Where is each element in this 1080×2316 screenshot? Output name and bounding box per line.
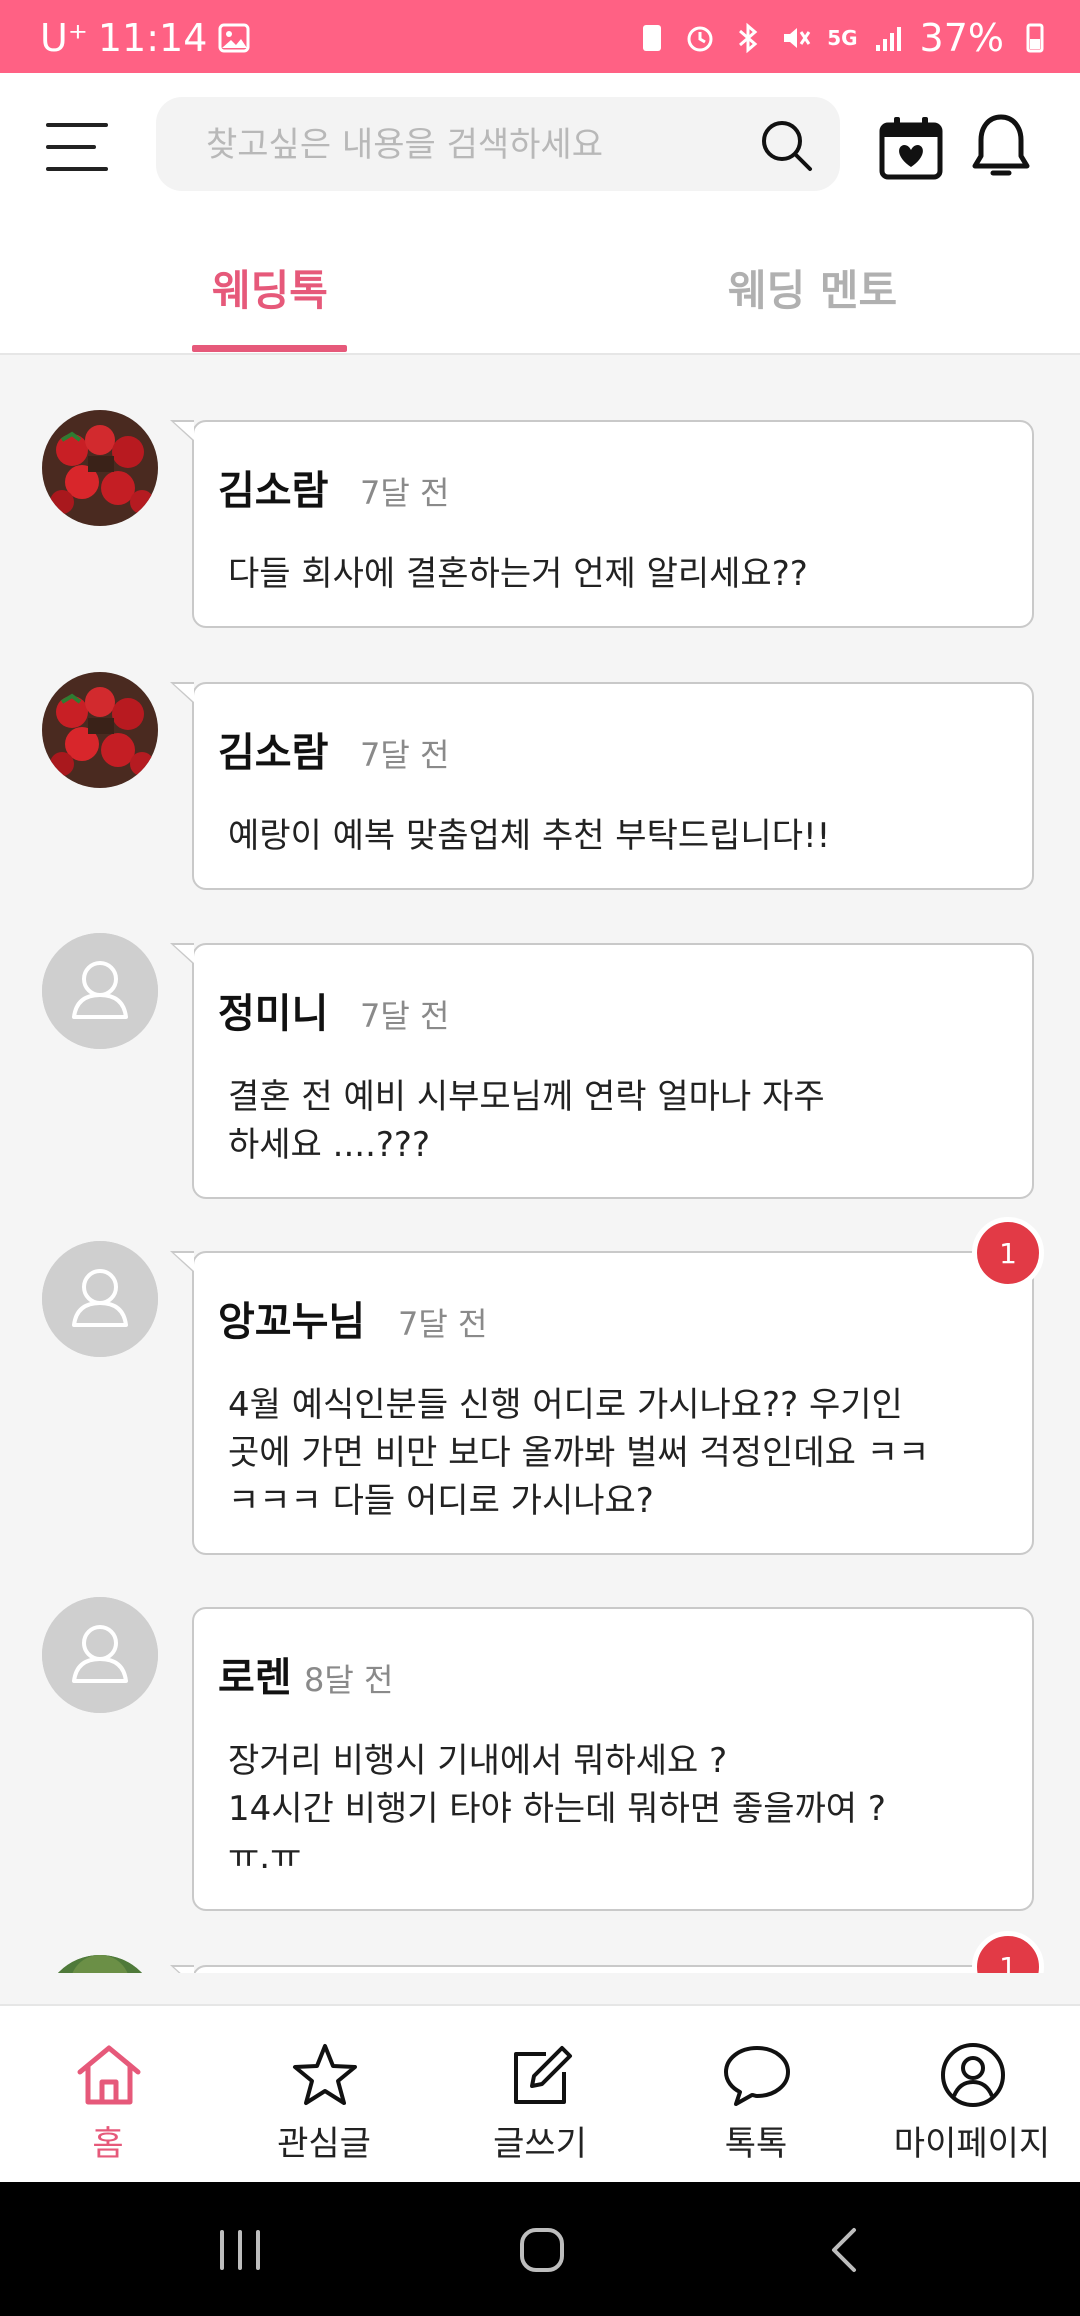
nav-mypage-label: 마이페이지 (893, 2124, 1051, 2164)
back-icon[interactable] (816, 2222, 876, 2278)
tab-wedding-talk[interactable]: 웨딩톡 (212, 257, 328, 318)
avatar[interactable] (42, 1597, 158, 1713)
nav-talk-label: 톡톡 (724, 2124, 788, 2164)
post-bubble[interactable]: 앙꼬누님 7달 전 4월 예식인분들 신행 어디로 가시나요?? 우기인 곳에 … (170, 1251, 1034, 1555)
home-icon (77, 2045, 141, 2105)
post-text: 다들 회사에 결혼하는거 언제 알리세요?? (228, 554, 808, 594)
notification-bell-icon[interactable] (970, 111, 1032, 183)
author-name: 앙꼬누님 (218, 1299, 366, 1345)
gallery-notification-icon (218, 23, 250, 53)
tab-wedding-mentor[interactable]: 웨딩 멘토 (728, 257, 897, 318)
recent-apps-icon[interactable] (210, 2222, 270, 2278)
default-user-icon (42, 933, 158, 1049)
search-input[interactable] (204, 97, 748, 193)
green-photo-icon (42, 1955, 158, 1973)
post-time: 7달 전 (360, 997, 450, 1035)
active-tab-indicator (192, 345, 347, 352)
carrier-label: U⁺ (40, 16, 88, 60)
post-time: 7달 전 (398, 1305, 488, 1343)
post-bubble[interactable] (170, 1965, 1034, 1973)
author-name: 김소람 (218, 730, 329, 776)
tab-bar: 웨딩톡 웨딩 멘토 (0, 221, 1080, 355)
post-text: 결혼 전 예비 시부모님께 연락 얼마나 자주 하세요 ....??? (228, 1077, 825, 1165)
wedding-calendar-icon[interactable] (878, 115, 944, 181)
bottom-navigation: 홈 관심글 글쓰기 톡톡 마이페이지 (0, 2004, 1080, 2184)
nav-home-label: 홈 (92, 2124, 124, 2164)
edit-icon (514, 2046, 572, 2104)
mute-icon (784, 28, 811, 48)
post-time: 7달 전 (360, 474, 450, 512)
post-text: 4월 예식인분들 신행 어디로 가시나요?? 우기인 곳에 가면 비만 보다 올… (228, 1385, 930, 1521)
nav-talk[interactable]: 톡톡 (648, 2006, 864, 2184)
nav-write-label: 글쓰기 (493, 2124, 587, 2164)
battery-saver-icon (643, 25, 662, 51)
post-time: 7달 전 (360, 736, 450, 774)
network-type: 5G (827, 26, 858, 50)
search-bar (156, 97, 840, 193)
system-navigation-bar (0, 2182, 1080, 2316)
battery-percent: 37% (919, 16, 1004, 60)
nav-write[interactable]: 글쓰기 (432, 2006, 648, 2184)
home-button-icon[interactable] (512, 2222, 572, 2278)
chat-bubble-icon (724, 2046, 790, 2106)
default-user-icon (42, 1597, 158, 1713)
post-text: 장거리 비행시 기내에서 뭐하세요 ? 14시간 비행기 타야 하는데 뭐하면 … (228, 1741, 886, 1877)
avatar[interactable] (42, 1955, 158, 1973)
post-bubble[interactable]: 정미니 7달 전 결혼 전 예비 시부모님께 연락 얼마나 자주 하세요 ...… (170, 943, 1034, 1199)
unread-count-badge: 1 (972, 1931, 1044, 1973)
avatar[interactable] (42, 933, 158, 1049)
unread-count-badge: 1 (972, 1217, 1044, 1289)
nav-favorites-label: 관심글 (277, 2124, 371, 2164)
avatar[interactable] (42, 672, 158, 788)
default-user-icon (42, 1241, 158, 1357)
bluetooth-icon (739, 22, 758, 54)
post-bubble[interactable]: 김소람 7달 전 예랑이 예복 맞춤업체 추천 부탁드립니다!! (170, 682, 1034, 890)
post-text: 예랑이 예복 맞춤업체 추천 부탁드립니다!! (228, 816, 831, 856)
post-feed[interactable]: 김소람 7달 전 다들 회사에 결혼하는거 언제 알리세요?? 김소람 7달 전… (0, 355, 1080, 1973)
app-header (0, 73, 1080, 221)
author-name: 김소람 (218, 468, 329, 514)
strawberry-photo-icon (42, 410, 158, 526)
avatar[interactable] (42, 1241, 158, 1357)
post-time: 8달 전 (304, 1661, 394, 1699)
nav-home[interactable]: 홈 (0, 2006, 216, 2184)
star-icon (293, 2044, 357, 2105)
nav-mypage[interactable]: 마이페이지 (864, 2006, 1080, 2184)
alarm-icon (687, 26, 713, 52)
avatar[interactable] (42, 410, 158, 526)
status-bar: U⁺ 11:14 5G 37% (0, 0, 1080, 73)
author-name: 로렌 (218, 1655, 292, 1701)
post-bubble[interactable]: 로렌 8달 전 장거리 비행시 기내에서 뭐하세요 ? 14시간 비행기 타야 … (192, 1607, 1034, 1911)
nav-favorites[interactable]: 관심글 (216, 2006, 432, 2184)
search-icon[interactable] (758, 117, 814, 173)
post-bubble[interactable]: 김소람 7달 전 다들 회사에 결혼하는거 언제 알리세요?? (170, 420, 1034, 628)
strawberry-photo-icon (42, 672, 158, 788)
profile-icon (941, 2043, 1005, 2107)
signal-icon (875, 27, 901, 51)
author-name: 정미니 (218, 991, 329, 1037)
battery-icon (1026, 23, 1044, 53)
clock: 11:14 (97, 16, 208, 60)
menu-icon[interactable] (46, 123, 110, 171)
